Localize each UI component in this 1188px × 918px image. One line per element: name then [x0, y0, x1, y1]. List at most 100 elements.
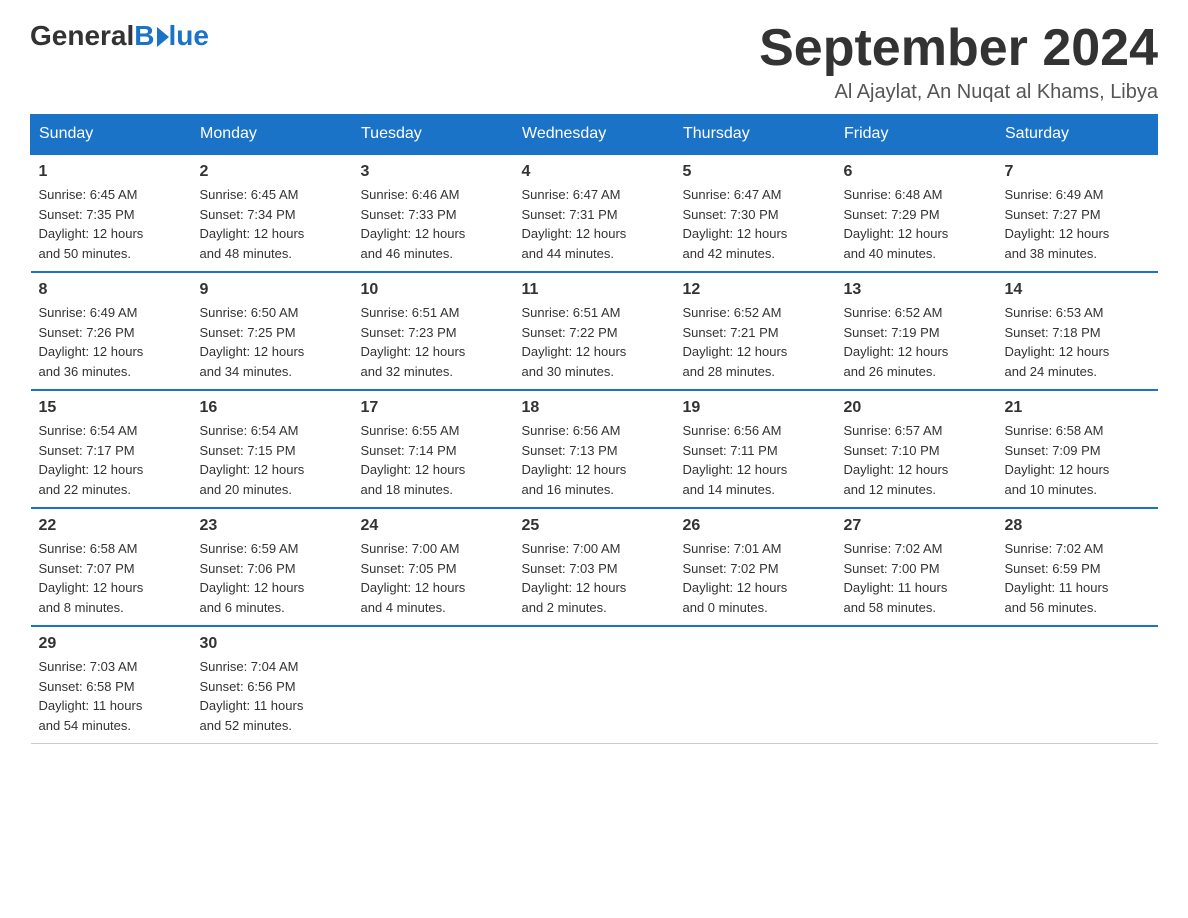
- day-info: Sunrise: 6:58 AMSunset: 7:09 PMDaylight:…: [1005, 421, 1150, 499]
- day-number: 15: [39, 399, 184, 417]
- day-info: Sunrise: 6:47 AMSunset: 7:31 PMDaylight:…: [522, 185, 667, 263]
- day-number: 21: [1005, 399, 1150, 417]
- day-number: 17: [361, 399, 506, 417]
- day-number: 20: [844, 399, 989, 417]
- calendar-cell: 5 Sunrise: 6:47 AMSunset: 7:30 PMDayligh…: [675, 154, 836, 272]
- day-number: 3: [361, 163, 506, 181]
- calendar-cell: 2 Sunrise: 6:45 AMSunset: 7:34 PMDayligh…: [192, 154, 353, 272]
- calendar-week-row: 1 Sunrise: 6:45 AMSunset: 7:35 PMDayligh…: [31, 154, 1158, 272]
- day-info: Sunrise: 6:49 AMSunset: 7:27 PMDaylight:…: [1005, 185, 1150, 263]
- calendar-week-row: 8 Sunrise: 6:49 AMSunset: 7:26 PMDayligh…: [31, 272, 1158, 390]
- day-info: Sunrise: 6:54 AMSunset: 7:15 PMDaylight:…: [200, 421, 345, 499]
- day-info: Sunrise: 6:56 AMSunset: 7:11 PMDaylight:…: [683, 421, 828, 499]
- day-info: Sunrise: 7:01 AMSunset: 7:02 PMDaylight:…: [683, 539, 828, 617]
- day-info: Sunrise: 7:02 AMSunset: 7:00 PMDaylight:…: [844, 539, 989, 617]
- calendar-week-row: 15 Sunrise: 6:54 AMSunset: 7:17 PMDaylig…: [31, 390, 1158, 508]
- day-number: 23: [200, 517, 345, 535]
- calendar-cell: 26 Sunrise: 7:01 AMSunset: 7:02 PMDaylig…: [675, 508, 836, 626]
- day-info: Sunrise: 6:56 AMSunset: 7:13 PMDaylight:…: [522, 421, 667, 499]
- day-number: 5: [683, 163, 828, 181]
- calendar-cell: 12 Sunrise: 6:52 AMSunset: 7:21 PMDaylig…: [675, 272, 836, 390]
- calendar-cell: [836, 626, 997, 744]
- calendar-cell: [675, 626, 836, 744]
- logo: General B lue: [30, 20, 209, 52]
- logo-arrow-icon: [157, 27, 169, 47]
- title-section: September 2024 Al Ajaylat, An Nuqat al K…: [759, 20, 1158, 104]
- day-number: 24: [361, 517, 506, 535]
- calendar-cell: 18 Sunrise: 6:56 AMSunset: 7:13 PMDaylig…: [514, 390, 675, 508]
- day-info: Sunrise: 6:57 AMSunset: 7:10 PMDaylight:…: [844, 421, 989, 499]
- day-info: Sunrise: 7:00 AMSunset: 7:05 PMDaylight:…: [361, 539, 506, 617]
- day-info: Sunrise: 6:52 AMSunset: 7:21 PMDaylight:…: [683, 303, 828, 381]
- day-number: 26: [683, 517, 828, 535]
- calendar-cell: 21 Sunrise: 6:58 AMSunset: 7:09 PMDaylig…: [997, 390, 1158, 508]
- day-info: Sunrise: 7:00 AMSunset: 7:03 PMDaylight:…: [522, 539, 667, 617]
- day-number: 1: [39, 163, 184, 181]
- calendar-cell: 17 Sunrise: 6:55 AMSunset: 7:14 PMDaylig…: [353, 390, 514, 508]
- day-info: Sunrise: 6:45 AMSunset: 7:34 PMDaylight:…: [200, 185, 345, 263]
- day-info: Sunrise: 6:59 AMSunset: 7:06 PMDaylight:…: [200, 539, 345, 617]
- day-info: Sunrise: 7:03 AMSunset: 6:58 PMDaylight:…: [39, 657, 184, 735]
- day-number: 28: [1005, 517, 1150, 535]
- calendar-cell: 25 Sunrise: 7:00 AMSunset: 7:03 PMDaylig…: [514, 508, 675, 626]
- calendar-cell: 16 Sunrise: 6:54 AMSunset: 7:15 PMDaylig…: [192, 390, 353, 508]
- calendar-cell: 23 Sunrise: 6:59 AMSunset: 7:06 PMDaylig…: [192, 508, 353, 626]
- day-info: Sunrise: 6:48 AMSunset: 7:29 PMDaylight:…: [844, 185, 989, 263]
- column-header-sunday: Sunday: [31, 115, 192, 155]
- calendar-cell: 1 Sunrise: 6:45 AMSunset: 7:35 PMDayligh…: [31, 154, 192, 272]
- day-number: 13: [844, 281, 989, 299]
- location-subtitle: Al Ajaylat, An Nuqat al Khams, Libya: [759, 81, 1158, 104]
- logo-b: B: [134, 20, 154, 52]
- column-header-tuesday: Tuesday: [353, 115, 514, 155]
- calendar-cell: 7 Sunrise: 6:49 AMSunset: 7:27 PMDayligh…: [997, 154, 1158, 272]
- day-number: 25: [522, 517, 667, 535]
- day-number: 12: [683, 281, 828, 299]
- calendar-cell: 3 Sunrise: 6:46 AMSunset: 7:33 PMDayligh…: [353, 154, 514, 272]
- day-info: Sunrise: 6:54 AMSunset: 7:17 PMDaylight:…: [39, 421, 184, 499]
- calendar-cell: 11 Sunrise: 6:51 AMSunset: 7:22 PMDaylig…: [514, 272, 675, 390]
- day-info: Sunrise: 6:47 AMSunset: 7:30 PMDaylight:…: [683, 185, 828, 263]
- day-number: 30: [200, 635, 345, 653]
- day-number: 18: [522, 399, 667, 417]
- day-info: Sunrise: 6:52 AMSunset: 7:19 PMDaylight:…: [844, 303, 989, 381]
- day-number: 7: [1005, 163, 1150, 181]
- calendar-header-row: SundayMondayTuesdayWednesdayThursdayFrid…: [31, 115, 1158, 155]
- calendar-cell: [514, 626, 675, 744]
- calendar-cell: 30 Sunrise: 7:04 AMSunset: 6:56 PMDaylig…: [192, 626, 353, 744]
- calendar-week-row: 29 Sunrise: 7:03 AMSunset: 6:58 PMDaylig…: [31, 626, 1158, 744]
- day-info: Sunrise: 6:51 AMSunset: 7:22 PMDaylight:…: [522, 303, 667, 381]
- logo-lue: lue: [169, 20, 209, 52]
- day-info: Sunrise: 6:49 AMSunset: 7:26 PMDaylight:…: [39, 303, 184, 381]
- day-number: 6: [844, 163, 989, 181]
- calendar-week-row: 22 Sunrise: 6:58 AMSunset: 7:07 PMDaylig…: [31, 508, 1158, 626]
- day-number: 4: [522, 163, 667, 181]
- calendar-cell: 19 Sunrise: 6:56 AMSunset: 7:11 PMDaylig…: [675, 390, 836, 508]
- day-info: Sunrise: 6:50 AMSunset: 7:25 PMDaylight:…: [200, 303, 345, 381]
- day-number: 10: [361, 281, 506, 299]
- calendar-cell: 15 Sunrise: 6:54 AMSunset: 7:17 PMDaylig…: [31, 390, 192, 508]
- calendar-cell: 24 Sunrise: 7:00 AMSunset: 7:05 PMDaylig…: [353, 508, 514, 626]
- day-number: 22: [39, 517, 184, 535]
- day-info: Sunrise: 6:53 AMSunset: 7:18 PMDaylight:…: [1005, 303, 1150, 381]
- day-number: 11: [522, 281, 667, 299]
- calendar-cell: 4 Sunrise: 6:47 AMSunset: 7:31 PMDayligh…: [514, 154, 675, 272]
- calendar-cell: 20 Sunrise: 6:57 AMSunset: 7:10 PMDaylig…: [836, 390, 997, 508]
- calendar-cell: 22 Sunrise: 6:58 AMSunset: 7:07 PMDaylig…: [31, 508, 192, 626]
- calendar-cell: 10 Sunrise: 6:51 AMSunset: 7:23 PMDaylig…: [353, 272, 514, 390]
- calendar-cell: 27 Sunrise: 7:02 AMSunset: 7:00 PMDaylig…: [836, 508, 997, 626]
- column-header-thursday: Thursday: [675, 115, 836, 155]
- day-info: Sunrise: 6:58 AMSunset: 7:07 PMDaylight:…: [39, 539, 184, 617]
- calendar-cell: 6 Sunrise: 6:48 AMSunset: 7:29 PMDayligh…: [836, 154, 997, 272]
- day-number: 19: [683, 399, 828, 417]
- calendar-cell: 14 Sunrise: 6:53 AMSunset: 7:18 PMDaylig…: [997, 272, 1158, 390]
- day-number: 29: [39, 635, 184, 653]
- column-header-saturday: Saturday: [997, 115, 1158, 155]
- day-number: 16: [200, 399, 345, 417]
- calendar-cell: 29 Sunrise: 7:03 AMSunset: 6:58 PMDaylig…: [31, 626, 192, 744]
- day-number: 9: [200, 281, 345, 299]
- calendar-cell: [997, 626, 1158, 744]
- calendar-cell: 13 Sunrise: 6:52 AMSunset: 7:19 PMDaylig…: [836, 272, 997, 390]
- calendar-cell: 9 Sunrise: 6:50 AMSunset: 7:25 PMDayligh…: [192, 272, 353, 390]
- column-header-monday: Monday: [192, 115, 353, 155]
- calendar-table: SundayMondayTuesdayWednesdayThursdayFrid…: [30, 114, 1158, 744]
